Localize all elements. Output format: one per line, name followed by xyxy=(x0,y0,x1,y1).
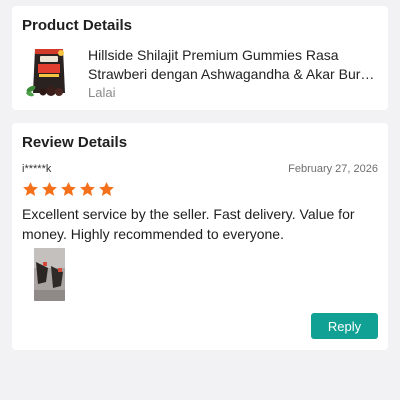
product-name[interactable]: Hillside Shilajit Premium Gummies Rasa S… xyxy=(88,46,382,84)
reply-button[interactable]: Reply xyxy=(311,313,378,339)
star-icon xyxy=(61,182,76,196)
review-details-title: Review Details xyxy=(22,134,128,151)
star-icon xyxy=(99,182,114,196)
product-thumbnail-icon xyxy=(21,45,77,101)
review-details-card: Review Details i*****k February 27, 2026… xyxy=(12,123,388,350)
star-icon xyxy=(42,182,57,196)
product-details-card: Product Details Hillside Shilajit Premiu… xyxy=(12,6,388,110)
star-rating xyxy=(22,181,115,199)
review-date: February 27, 2026 xyxy=(288,163,378,175)
product-details-title: Product Details xyxy=(22,17,133,34)
star-icon xyxy=(80,182,95,196)
product-name-line-2: Strawberi dengan Ashwagandha & Akar Burd… xyxy=(88,66,382,82)
star-icon xyxy=(23,182,38,196)
review-photo[interactable] xyxy=(34,248,65,301)
product-thumbnail[interactable] xyxy=(21,45,77,101)
review-photo-icon xyxy=(34,248,65,301)
product-name-line-1: Hillside Shilajit Premium Gummies Rasa xyxy=(88,47,339,63)
reviewer-name: i*****k xyxy=(22,163,52,175)
review-text: Excellent service by the seller. Fast de… xyxy=(22,206,355,242)
seller-name: Lalai xyxy=(88,85,116,100)
